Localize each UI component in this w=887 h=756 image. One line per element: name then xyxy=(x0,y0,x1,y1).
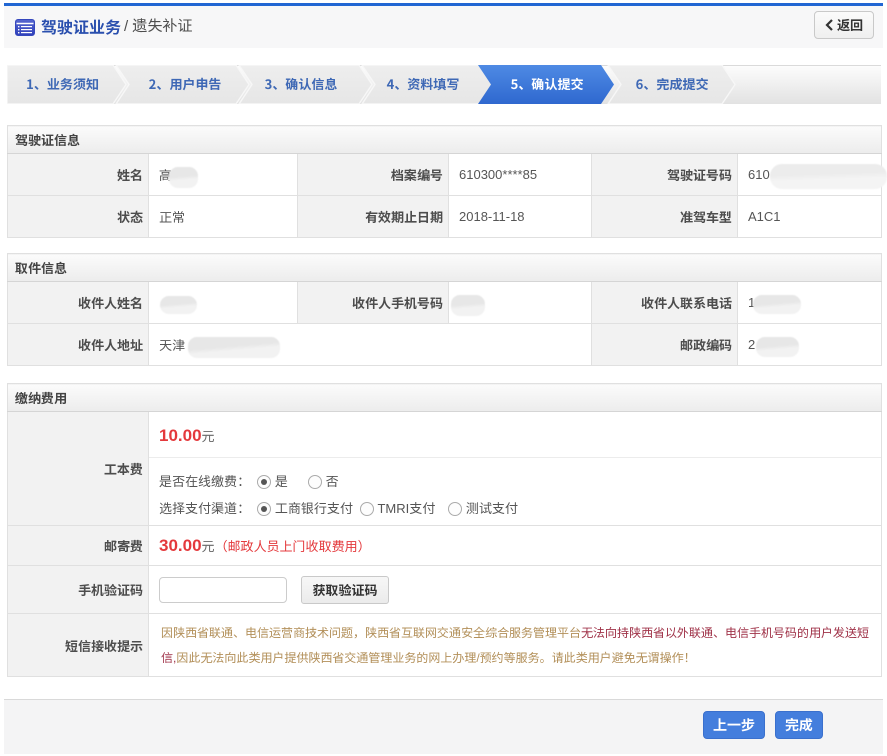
svg-text:4、资料填写: 4、资料填写 xyxy=(387,74,460,93)
svg-text:2、用户申告: 2、用户申告 xyxy=(149,74,222,93)
svg-text:6、完成提交: 6、完成提交 xyxy=(636,74,709,93)
svg-text:1、业务须知: 1、业务须知 xyxy=(26,74,99,93)
svg-text:5、确认提交: 5、确认提交 xyxy=(511,74,584,93)
svg-text:3、确认信息: 3、确认信息 xyxy=(265,74,338,93)
